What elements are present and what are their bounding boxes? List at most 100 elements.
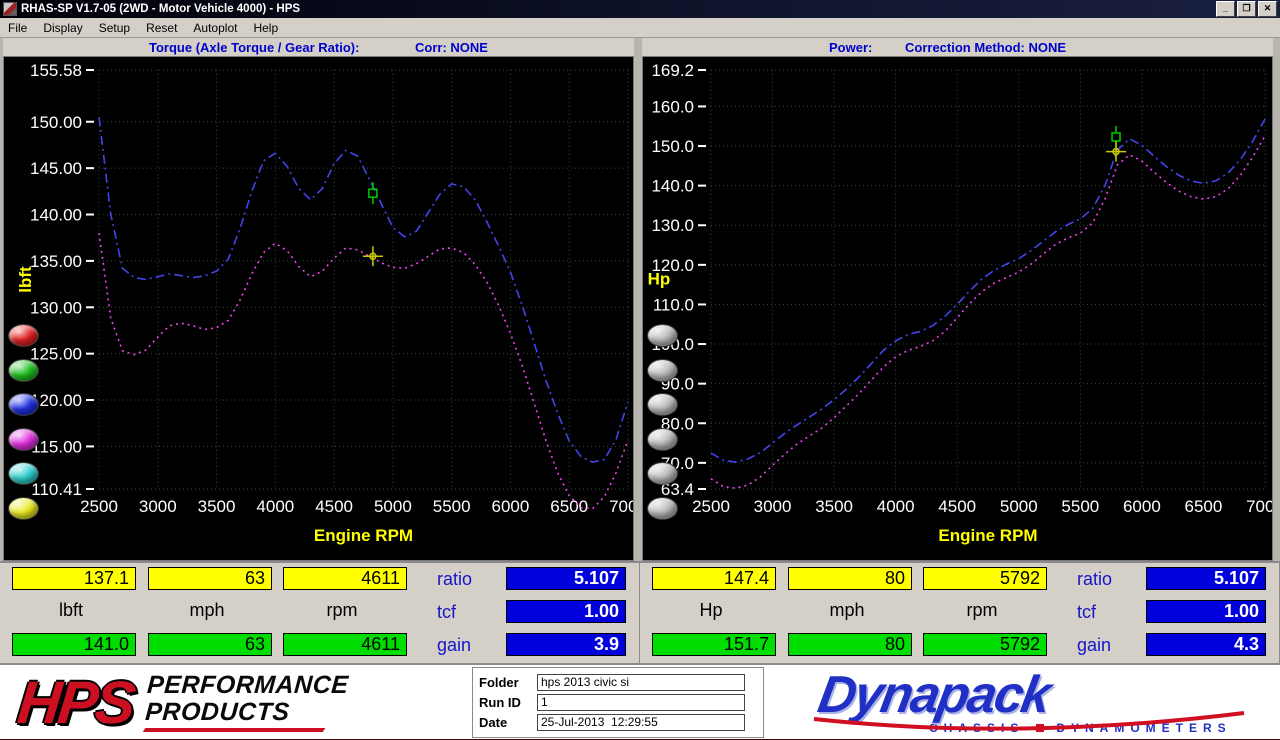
hps-logo-letters: HPS — [14, 668, 136, 736]
x-tick-label: 6000 — [1123, 497, 1161, 516]
run-info-fields: Folder Run ID Date — [472, 666, 764, 738]
y-tick-label: 130.00 — [30, 298, 82, 317]
tcf-value: 1.00 — [1146, 600, 1266, 623]
torque-run-corrected — [98, 117, 629, 464]
y-tick-label: 130.0 — [651, 216, 694, 235]
x-tick-label: 3000 — [139, 497, 177, 516]
x-tick-label: 4000 — [256, 497, 294, 516]
x-axis-title: Engine RPM — [938, 526, 1037, 545]
trace-button-gray-4[interactable] — [647, 427, 678, 451]
menu-bar: File Display Setup Reset Autoplot Help — [0, 18, 1280, 38]
power-run-measured — [710, 135, 1266, 490]
torque-unit-label: lbft — [58, 600, 83, 620]
power-cursor-value: 147.4 — [652, 567, 776, 590]
torque-gain-rpm: 4611 — [283, 633, 407, 656]
x-tick-label: 2500 — [692, 497, 730, 516]
power-gain-value: 151.7 — [652, 633, 776, 656]
menu-reset[interactable]: Reset — [138, 19, 185, 37]
tcf-label: tcf — [1077, 602, 1097, 622]
menu-setup[interactable]: Setup — [91, 19, 138, 37]
power-correction-label: Correction Method: NONE — [905, 40, 1067, 55]
rpm-unit-label: rpm — [326, 600, 358, 620]
folder-field-row: Folder — [479, 673, 757, 691]
menu-help[interactable]: Help — [245, 19, 286, 37]
x-tick-label: 5000 — [374, 497, 412, 516]
torque-gain-mph: 63 — [148, 633, 272, 656]
y-tick-label: 160.0 — [651, 97, 694, 116]
gain-label: gain — [1077, 635, 1112, 655]
run-id-input[interactable] — [537, 693, 745, 711]
y-tick-label: 155.58 — [30, 61, 82, 80]
y-axis-title: Hp — [648, 270, 671, 289]
torque-chart[interactable]: 155.58 150.00 145.00 140.00 135.00 130.00 125.… — [4, 57, 647, 558]
run-id-field-row: Run ID — [479, 693, 757, 711]
footer: HPS PERFORMANCE PRODUCTS Folder Run ID D… — [0, 663, 1280, 739]
trace-button-gray-1[interactable] — [647, 324, 678, 347]
y-tick-label: 125.00 — [30, 345, 82, 364]
maximize-button[interactable]: ❐ — [1237, 1, 1256, 17]
x-tick-label: 3000 — [754, 497, 792, 516]
torque-cursor-value: 137.1 — [12, 567, 136, 590]
torque-chart-title: Torque (Axle Torque / Gear Ratio): — [149, 40, 360, 55]
plus-cursor-marker — [362, 246, 383, 267]
menu-file[interactable]: File — [0, 19, 35, 37]
hps-logo-text: PERFORMANCE PRODUCTS — [143, 671, 350, 732]
trace-button-cyan-5[interactable] — [8, 462, 39, 485]
torque-correction-label: Corr: NONE — [415, 40, 488, 55]
y-tick-label: 145.00 — [30, 159, 82, 178]
x-tick-label: 7000 — [609, 497, 633, 516]
app-icon — [3, 2, 17, 16]
gain-value: 4.3 — [1146, 633, 1266, 656]
gain-value: 3.9 — [506, 633, 626, 656]
x-tick-label: 6000 — [492, 497, 530, 516]
ratio-label: ratio — [437, 569, 473, 589]
power-readouts: 147.4 80 5792 Hp mph rpm 151.7 80 5792 r… — [640, 563, 1280, 663]
date-label: Date — [479, 714, 508, 730]
hps-logo: HPS PERFORMANCE PRODUCTS — [0, 668, 472, 736]
gain-label: gain — [437, 635, 472, 655]
trace-button-gray-3[interactable] — [647, 393, 678, 416]
folder-label: Folder — [479, 674, 519, 690]
trace-button-blue-3[interactable] — [8, 393, 39, 416]
y-axis-title: lbft — [16, 266, 35, 293]
window-title: RHAS-SP V1.7-05 (2WD - Motor Vehicle 400… — [21, 3, 301, 15]
folder-input[interactable] — [537, 673, 745, 691]
dynapack-dynamometers-text: DYNAMOMETERS — [1056, 721, 1232, 735]
menu-display[interactable]: Display — [35, 19, 90, 37]
date-input[interactable] — [537, 713, 745, 731]
y-tick-label: 169.2 — [651, 61, 694, 80]
x-tick-label: 4500 — [938, 497, 976, 516]
dynapack-logo-name: Dynapack — [813, 666, 1054, 724]
x-tick-label: 4000 — [877, 497, 915, 516]
torque-chart-area: 155.58 150.00 145.00 140.00 135.00 130.00 125.… — [3, 56, 647, 561]
trace-button-red-1[interactable] — [8, 324, 39, 347]
dynapack-logo: Dynapack CHASSIS DYNAMOMETERS — [764, 666, 1280, 735]
x-tick-label: 6500 — [1185, 497, 1223, 516]
trace-button-gray-6[interactable] — [647, 496, 678, 520]
grid-lines — [98, 69, 629, 490]
minimize-button[interactable]: _ — [1216, 1, 1235, 17]
close-button[interactable]: ✕ — [1258, 1, 1277, 17]
power-cursor-rpm: 5792 — [923, 567, 1047, 590]
power-chart[interactable]: 169.2160.0150.0140.0130.0120.0110.0100.0… — [643, 57, 1280, 558]
trace-button-gray-2[interactable] — [647, 358, 678, 382]
trace-button-green-2[interactable] — [8, 358, 39, 382]
ratio-label: ratio — [1077, 569, 1113, 589]
run-id-label: Run ID — [479, 694, 521, 710]
torque-cursor-rpm: 4611 — [283, 567, 407, 590]
torque-readouts: 137.1 63 4611 lbft mph rpm 141.0 63 4611… — [0, 563, 640, 663]
mph-unit-label: mph — [829, 600, 865, 620]
y-tick-label: 140.0 — [651, 177, 694, 196]
rpm-unit-label: rpm — [966, 600, 998, 620]
trace-button-gray-5[interactable] — [647, 462, 678, 485]
power-panel: Power: Correction Method: NONE 169.2 160.… — [642, 38, 1280, 561]
y-tick-label: 150.0 — [651, 137, 694, 156]
trace-button-magenta-4[interactable] — [8, 427, 39, 451]
x-tick-label: 3500 — [815, 497, 853, 516]
x-axis-title: Engine RPM — [314, 526, 413, 545]
menu-autoplot[interactable]: Autoplot — [185, 19, 245, 37]
power-chart-area: 169.2 160.0 150.0 140.0 130.0 120.0 110.0 100.0… — [642, 56, 1280, 561]
power-cursor-mph: 80 — [788, 567, 912, 590]
trace-button-yellow-6[interactable] — [8, 496, 39, 520]
x-tick-label: 5500 — [1061, 497, 1099, 516]
